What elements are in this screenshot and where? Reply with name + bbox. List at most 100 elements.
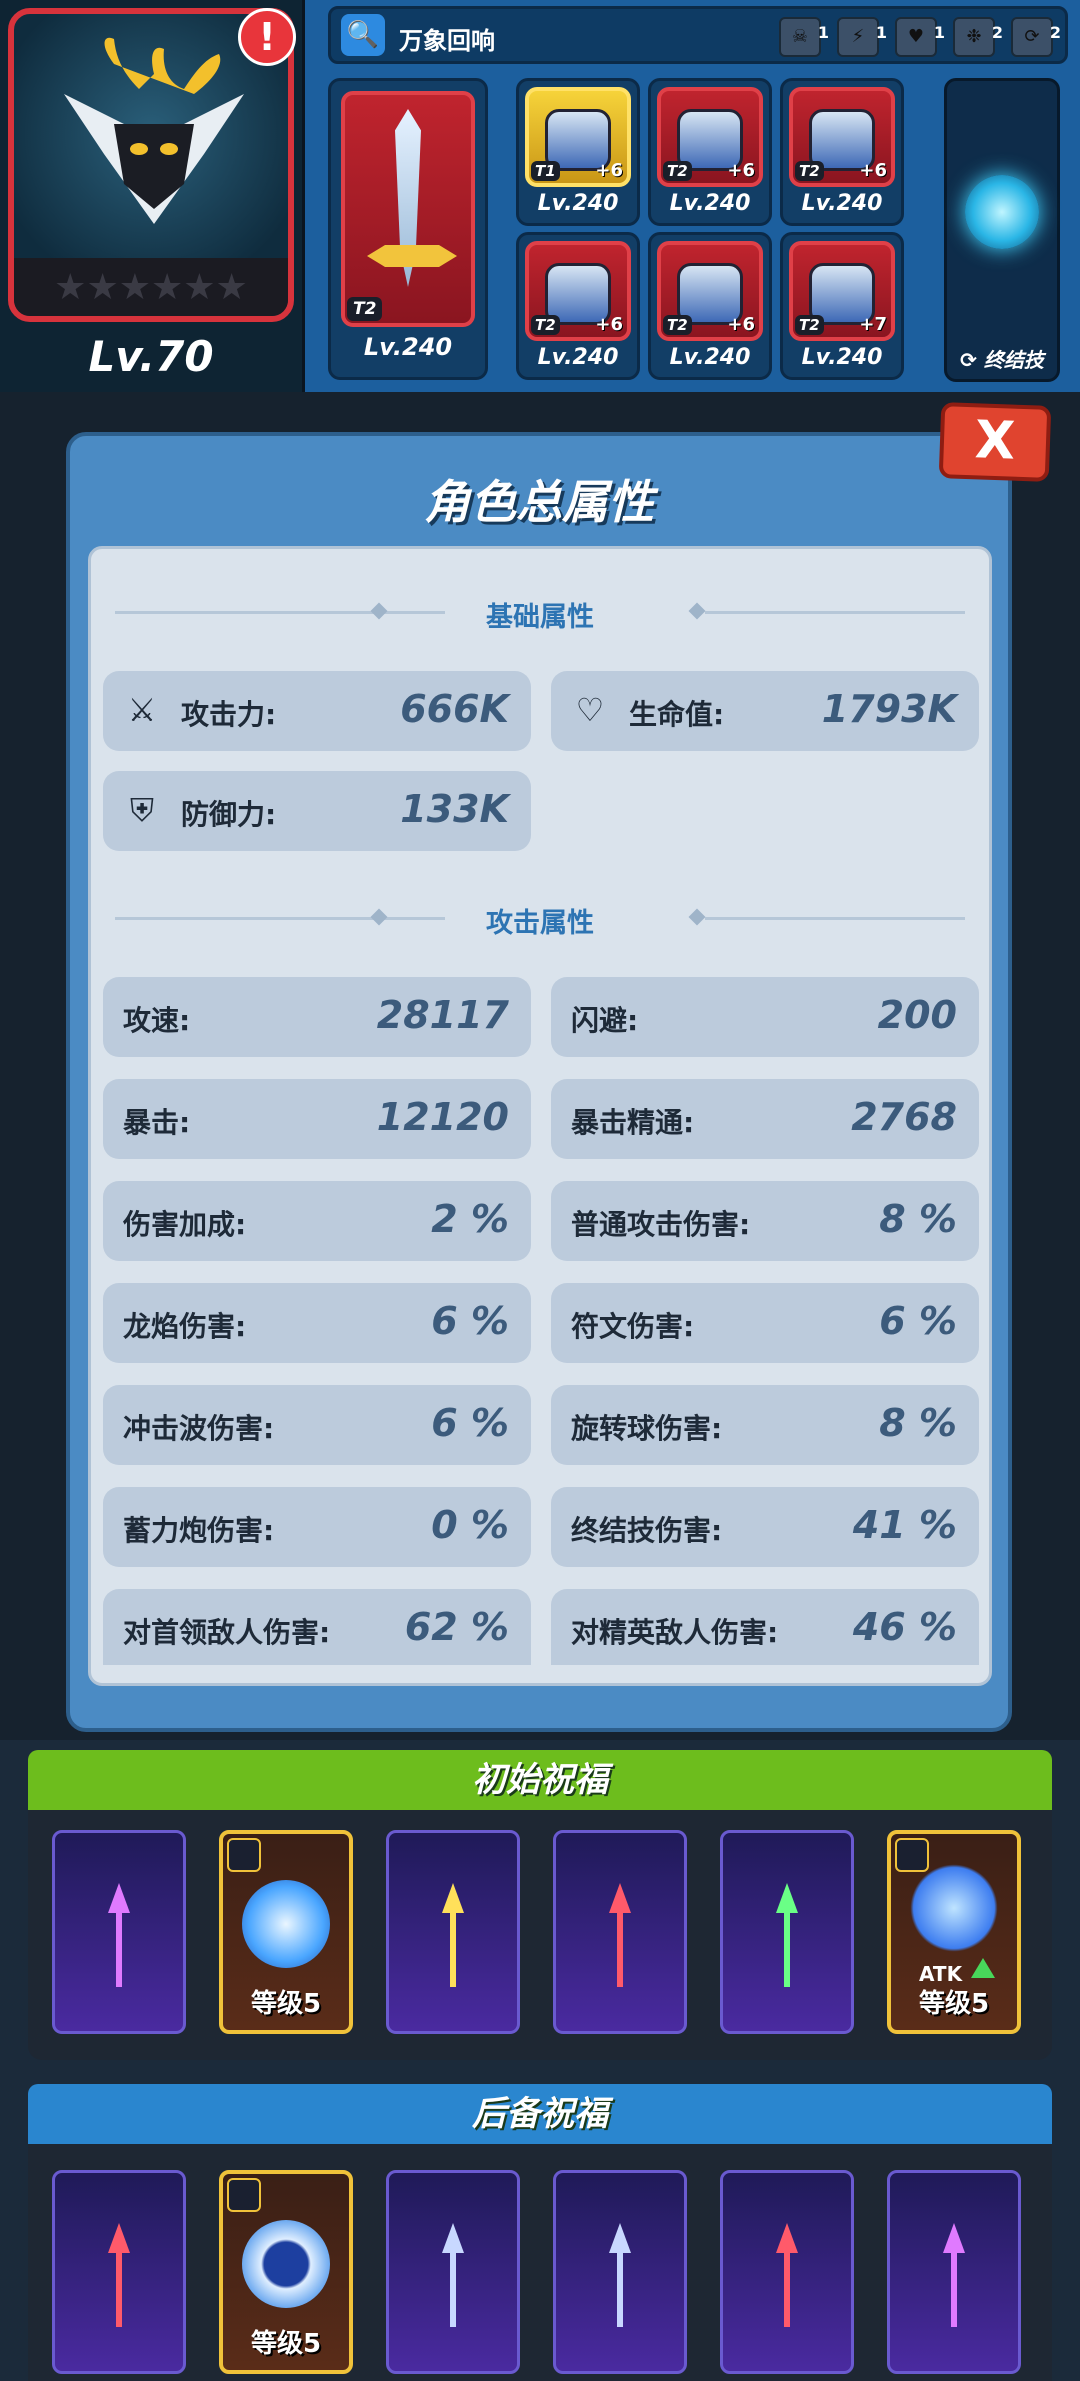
arrow-icon [609,1883,631,1987]
gear-icon[interactable]: ❉ 2 [953,17,1003,57]
stat-name: 旋转球伤害: [571,1412,723,1445]
card-level: 等级5 [918,1989,990,2019]
stat-value: 41 % [852,1503,957,1547]
stat-name: 伤害加成: [123,1208,247,1241]
gear-level: Lv.240 [801,191,883,216]
blessing-card[interactable] [720,1830,854,2034]
stat-name: 攻击力: [181,698,277,731]
divider [705,917,965,920]
stat-value: 28117 [376,993,509,1037]
blessing-card[interactable] [386,1830,520,2034]
blessing-card[interactable]: 等级5 [219,2170,353,2374]
gear-slot-armor[interactable]: T2 +6 Lv.240 [648,78,772,226]
close-button[interactable]: X [938,402,1052,482]
lightning-icon[interactable]: ⚡ 1 [837,17,887,57]
stat-value: 6 % [879,1299,957,1343]
stat-value: 133K [400,787,509,831]
arrow-shaft [784,1911,790,1987]
equipment-area: 🔍 万象回响 ☠ 1 ⚡ 1 ♥ 1 ❉ 2 ⟳ 2 T2 Lv.240 T1 +6 Lv.… [310,0,1080,392]
stat-normal-attack-damage: 普通攻击伤害: 8 % [551,1181,979,1261]
deer-spirit-icon [64,37,244,224]
stat-elite-damage: 对精英敌人伤害: 46 % [551,1589,979,1665]
blessing-card[interactable] [553,1830,687,2034]
hero-star-rating: ★★★★★★ [14,258,288,316]
gear-level: Lv.240 [801,345,883,370]
skill-label-text: 终结技 [983,348,1044,372]
modal-title: 角色总属性 [424,475,654,529]
blessing-card[interactable]: ATK 等级5 [887,1830,1021,2034]
tier-badge: T2 [663,315,692,335]
arrow-head [943,2223,965,2253]
initial-blessing-title: 初始祝福 [28,1750,1052,1810]
tier-badge-icon [895,1838,929,1872]
heart-icon[interactable]: ♥ 1 [895,17,945,57]
card-level: 等级5 [250,1989,322,2019]
tier-badge: T1 [531,161,560,181]
heart-icon: ♡ [575,691,605,729]
gloves-icon: T2 +6 [525,241,631,341]
stat-name: 终结技伤害: [571,1514,723,1547]
gear-slot-gloves[interactable]: T2 +6 Lv.240 [516,232,640,380]
sword-icon: T2 [341,91,475,327]
stat-defense: ⛨ 防御力: 133K [103,771,531,851]
alert-badge[interactable]: ! [238,8,296,66]
stat-dodge: 闪避: 200 [551,977,979,1057]
arrow-icon [943,2223,965,2327]
arrow-icon [108,2223,130,2327]
arrow-shaft [617,2251,623,2327]
gear-level: Lv.240 [669,345,751,370]
hero-panel: ★★★★★★ ! Lv.70 [0,0,305,392]
stat-value: 6 % [431,1299,509,1343]
stat-name: 暴击精通: [571,1106,695,1139]
blessing-card[interactable] [720,2170,854,2374]
blessing-card[interactable]: 等级5 [219,1830,353,2034]
stat-value: 46 % [852,1605,957,1649]
stat-value: 2768 [851,1095,957,1139]
blessing-card[interactable] [52,1830,186,2034]
ultimate-skill-slot[interactable]: ⟳ 终结技 [944,78,1060,382]
skull-icon[interactable]: ☠ 1 [779,17,829,57]
set-count: 1 [875,23,887,42]
stat-dragonflame-damage: 龙焰伤害: 6 % [103,1283,531,1363]
stat-boss-damage: 对首领敌人伤害: 62 % [103,1589,531,1665]
necklace-icon: T2 +7 [789,241,895,341]
stat-damage-bonus: 伤害加成: 2 % [103,1181,531,1261]
card-level: 等级5 [250,2329,322,2359]
set-bonus-bar[interactable]: 🔍 万象回响 ☠ 1 ⚡ 1 ♥ 1 ❉ 2 ⟳ 2 [328,6,1068,64]
gear-slot-boots[interactable]: T2 +6 Lv.240 [648,232,772,380]
skill-label: ⟳ 终结技 [960,348,1044,372]
tier-badge: T2 [795,161,824,181]
ice-slash-icon [242,1880,330,1968]
blessing-card[interactable] [887,2170,1021,2374]
stat-name: 防御力: [181,798,277,831]
enhance-level: +7 [859,314,887,335]
arrow-icon [776,2223,798,2327]
search-icon[interactable]: 🔍 [341,14,385,56]
section-title: 攻击属性 [486,908,594,939]
arrow-head [609,1883,631,1913]
stat-ultimate-damage: 终结技伤害: 41 % [551,1487,979,1567]
weapon-slot[interactable]: T2 Lv.240 [328,78,488,380]
swirl-icon[interactable]: ⟳ 2 [1011,17,1061,57]
tier-badge-icon [227,1838,261,1872]
stat-value: 8 % [879,1197,957,1241]
gear-slot-helmet[interactable]: T1 +6 Lv.240 [516,78,640,226]
stat-value: 2 % [431,1197,509,1241]
blessing-card[interactable] [553,2170,687,2374]
gear-slot-necklace[interactable]: T2 +7 Lv.240 [780,232,904,380]
blessing-card[interactable] [52,2170,186,2374]
weapon-level: Lv.240 [363,333,453,361]
blessing-card[interactable] [386,2170,520,2374]
stat-name: 蓄力炮伤害: [123,1514,275,1547]
snowflake-icon [910,1864,998,1952]
gear-slot-shoulder[interactable]: T2 +6 Lv.240 [780,78,904,226]
stat-crit-mastery: 暴击精通: 2768 [551,1079,979,1159]
arrow-icon [609,2223,631,2327]
stat-value: 8 % [879,1401,957,1445]
armor-icon: T2 +6 [657,87,763,187]
arrow-head [442,2223,464,2253]
stat-name: 生命值: [629,698,725,731]
stat-name: 对首领敌人伤害: [123,1616,331,1649]
arrow-shaft [784,2251,790,2327]
arrow-icon [108,1883,130,1987]
